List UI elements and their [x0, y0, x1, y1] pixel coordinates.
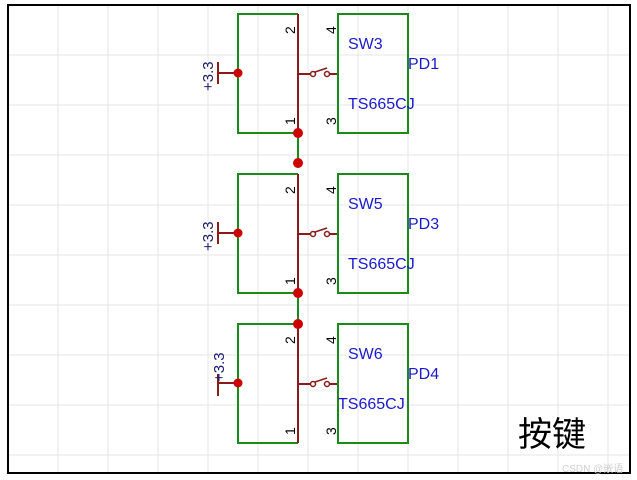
junction-dot [293, 128, 303, 138]
background-grid [7, 4, 630, 473]
pin-number: 2 [282, 336, 298, 344]
net-label: PD4 [408, 366, 439, 383]
junction-dot [293, 288, 303, 298]
designator: SW6 [348, 346, 383, 363]
pin-number: 3 [323, 117, 339, 125]
power-label: +3.3 [211, 352, 228, 382]
part-number: TS665CJ [338, 396, 405, 413]
schematic-canvas: +3.32143SW3TS665CJPD1+3.32143SW5TS665CJP… [7, 4, 631, 475]
junction-dot [233, 378, 243, 388]
pin-number: 1 [282, 117, 298, 125]
switch-body [337, 323, 409, 444]
junction-dot [293, 319, 303, 329]
sheet-title: 按键 [518, 416, 586, 454]
pin-number: 2 [282, 186, 298, 194]
power-label: +3.3 [200, 61, 217, 91]
junction-dot [233, 228, 243, 238]
junction-dot [233, 68, 243, 78]
pin-number: 1 [282, 427, 298, 435]
net-label: PD3 [408, 216, 439, 233]
pin-number: 3 [323, 277, 339, 285]
pin-number: 2 [282, 26, 298, 34]
switch-group: +3.32143SW3TS665CJPD1+3.32143SW5TS665CJP… [200, 13, 439, 444]
contact-circle [323, 70, 331, 78]
part-number: TS665CJ [348, 256, 415, 273]
net-label: PD1 [408, 56, 439, 73]
pin-number: 3 [323, 427, 339, 435]
switch-body [337, 13, 409, 134]
contact-circle [323, 230, 331, 238]
switch-sw3: +3.3 2 1 4 3 SW3 TS665CJ PD1 [200, 13, 439, 134]
pin-number: 4 [323, 336, 339, 344]
junction-dot [293, 158, 303, 168]
switch-sw5: +3.3 2 1 4 3 SW5 TS665CJ PD3 [200, 173, 439, 294]
designator: SW5 [348, 196, 383, 213]
switch-body [337, 173, 409, 294]
contact-circle [323, 380, 331, 388]
pin-number: 4 [323, 26, 339, 34]
switch-sw6: +3.3 2 1 4 3 SW6 TS665CJPD4 [211, 323, 439, 444]
designator: SW3 [348, 36, 383, 53]
pin-number: 1 [282, 277, 298, 285]
contact-circle [309, 380, 317, 388]
watermark: CSDN @嵌语 [562, 463, 623, 475]
sheet-border [7, 4, 631, 474]
contact-circle [309, 70, 317, 78]
part-number: TS665CJ [348, 96, 415, 113]
contact-circle [309, 230, 317, 238]
pin-number: 4 [323, 186, 339, 194]
power-label: +3.3 [200, 221, 217, 251]
